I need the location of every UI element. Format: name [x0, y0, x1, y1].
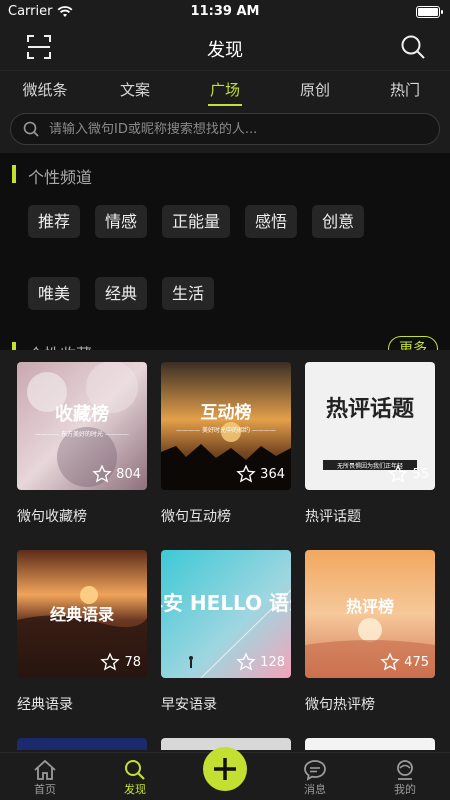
section-marker — [12, 165, 16, 183]
card-art-text: 经典语录 — [50, 605, 114, 624]
favorite-count: 78 — [100, 652, 141, 672]
tabbar-profile[interactable]: 我的 — [360, 753, 450, 800]
collection-card-partial[interactable] — [305, 738, 435, 750]
add-button[interactable] — [203, 747, 247, 791]
card-title: 经典语录 — [17, 697, 73, 713]
card-thumbnail: 早安 HELLO 语录 128 — [161, 550, 291, 678]
tab-yuanchuang[interactable]: 原创 — [270, 71, 360, 108]
chip-shenghuo[interactable]: 生活 — [162, 276, 215, 310]
collection-card[interactable]: 热评话题 无所畏惧因为我们正年轻 55 热评话题 — [305, 362, 435, 526]
tabbar-home[interactable]: 首页 — [0, 753, 90, 800]
chip-chuangyi[interactable]: 创意 — [312, 205, 365, 238]
card-title: 早安语录 — [161, 697, 217, 713]
card-thumbnail: 经典语录 78 — [17, 550, 147, 678]
card-title: 微句热评榜 — [305, 697, 375, 713]
tabbar-add[interactable] — [180, 747, 270, 800]
chip-tuijian[interactable]: 推荐 — [28, 205, 81, 238]
favorite-count: 364 — [236, 464, 285, 484]
tabbar-messages[interactable]: 消息 — [270, 753, 360, 800]
battery-icon — [416, 6, 443, 18]
collection-card[interactable]: 收藏榜 ———— 东方美好的时光 ———— 804 微句收藏榜 — [17, 362, 147, 526]
tabbar-messages-label: 消息 — [304, 783, 326, 796]
search-icon[interactable] — [400, 34, 426, 60]
profile-icon — [397, 760, 413, 780]
tab-wenan[interactable]: 文案 — [90, 71, 180, 108]
home-icon — [34, 759, 56, 780]
search-box[interactable] — [10, 113, 440, 145]
card-thumbnail: 互动榜 ———— 美好时光中的相约 ———— 364 — [161, 362, 291, 490]
card-thumbnail: 热评榜 475 — [305, 550, 435, 678]
star-icon — [92, 464, 112, 483]
card-title: 微句互动榜 — [161, 509, 231, 525]
favorite-count-value: 364 — [260, 466, 285, 482]
favorite-count: 804 — [92, 464, 141, 484]
chip-weimei[interactable]: 唯美 — [28, 276, 81, 310]
collection-card[interactable]: 经典语录 78 经典语录 — [17, 550, 147, 714]
discover-icon — [125, 760, 145, 780]
star-icon — [100, 652, 121, 671]
search-input[interactable] — [49, 121, 429, 137]
favorite-count: 475 — [380, 652, 429, 672]
card-art-subtext: ———— 东方美好的时光 ———— — [35, 430, 129, 438]
tab-guangchang[interactable]: 广场 — [180, 71, 270, 108]
channels-header: 个性频道 — [0, 153, 450, 193]
collection-card-partial[interactable] — [17, 738, 147, 750]
tabbar-home-label: 首页 — [34, 783, 56, 796]
collection-card[interactable]: 互动榜 ———— 美好时光中的相约 ———— 364 微句互动榜 — [161, 362, 291, 526]
bottom-tab-bar: 首页 发现 消息 我的 — [0, 747, 450, 800]
favorite-count-value: 78 — [124, 654, 141, 670]
card-art-text: 热评话题 — [326, 396, 415, 422]
favorite-count: 128 — [236, 652, 285, 672]
card-art-subtext: ———— 美好时光中的相约 ———— — [176, 426, 276, 434]
nav-bar: 发现 — [0, 24, 450, 70]
plus-icon — [214, 758, 236, 780]
chip-jingdian[interactable]: 经典 — [95, 276, 148, 310]
tab-remen[interactable]: 热门 — [360, 71, 450, 108]
card-art-text: 互动榜 — [201, 402, 252, 423]
channel-chips: 推荐 情感 正能量 感悟 创意 唯美 经典 生活 — [0, 193, 450, 333]
card-art-text: 早安 HELLO 语录 — [161, 591, 291, 615]
star-icon — [380, 652, 400, 671]
star-icon — [388, 464, 409, 483]
category-tabs: 微纸条 文案 广场 原创 热门 — [0, 70, 450, 108]
collection-card[interactable]: 热评榜 475 微句热评榜 — [305, 550, 435, 714]
card-art-text: 热评榜 — [346, 597, 394, 616]
card-art-text: 收藏榜 — [55, 403, 109, 425]
tab-weizhitiao[interactable]: 微纸条 — [0, 71, 90, 108]
message-icon — [304, 760, 326, 781]
search-field-icon — [23, 121, 39, 137]
card-title: 热评话题 — [305, 509, 361, 525]
star-icon — [236, 652, 256, 671]
collection-card[interactable]: 早安 HELLO 语录 128 早安语录 — [161, 550, 291, 714]
favorite-count: 55 — [388, 464, 429, 484]
status-time: 11:39 AM — [190, 4, 260, 19]
search-bar — [0, 108, 450, 153]
star-icon — [236, 464, 256, 483]
card-title: 微句收藏榜 — [17, 509, 87, 525]
tabbar-discover[interactable]: 发现 — [90, 753, 180, 800]
favorite-count-value: 804 — [116, 466, 141, 482]
tabbar-profile-label: 我的 — [394, 783, 416, 796]
tabbar-discover-label: 发现 — [124, 783, 146, 796]
card-thumbnail: 热评话题 无所畏惧因为我们正年轻 55 — [305, 362, 435, 490]
favorite-count-value: 55 — [412, 466, 429, 482]
channels-title: 个性频道 — [28, 168, 93, 187]
chip-qinggan[interactable]: 情感 — [95, 205, 148, 238]
card-thumbnail: 收藏榜 ———— 东方美好的时光 ———— 804 — [17, 362, 147, 490]
status-bar: Carrier 11:39 AM — [0, 0, 450, 24]
favorite-count-value: 475 — [404, 654, 429, 670]
chip-zhengnengliang[interactable]: 正能量 — [162, 205, 231, 238]
page-title: 发现 — [207, 40, 243, 61]
favorite-count-value: 128 — [260, 654, 285, 670]
chip-ganwu[interactable]: 感悟 — [245, 205, 298, 238]
